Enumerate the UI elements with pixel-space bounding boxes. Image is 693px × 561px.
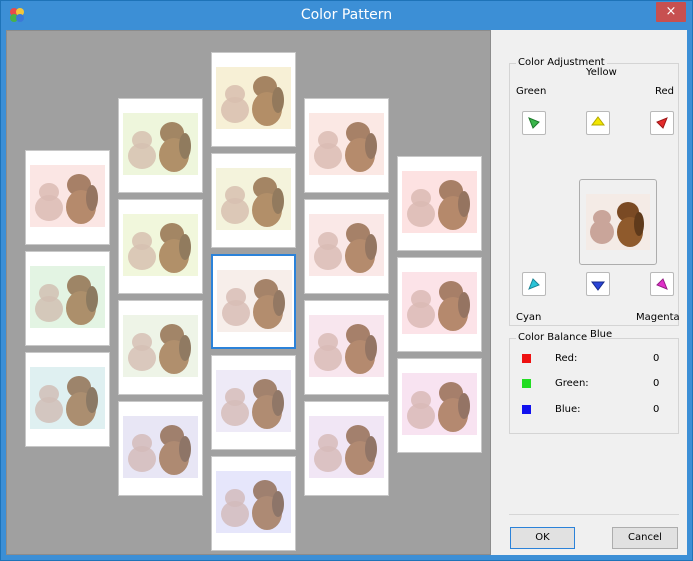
green-arrow-icon [528,117,540,129]
sample-photo-image [216,370,291,432]
color-balance-title: Color Balance [516,332,590,343]
window-title: Color Pattern [300,7,393,23]
sample-photo-image [30,266,105,328]
color-pattern-thumbnail[interactable] [118,199,203,294]
sample-photo-image [309,113,384,175]
green-swatch [522,379,531,388]
color-pattern-thumbnail[interactable] [211,456,296,551]
color-pattern-thumbnail[interactable] [304,199,389,294]
dialog-client: Color Adjustment Yellow Green Red Cyan M… [6,30,687,555]
cyan-adjust-button[interactable] [522,272,546,296]
color-pattern-thumbnail[interactable] [397,358,482,453]
blue-balance-label: Blue: [555,404,581,415]
color-pattern-thumbnail[interactable] [118,401,203,496]
preview-thumbnail [579,179,657,265]
color-pattern-thumbnail[interactable] [304,401,389,496]
yellow-label: Yellow [586,67,617,78]
green-label: Green [516,86,547,97]
sample-photo-image [216,67,291,129]
green-adjust-button[interactable] [522,111,546,135]
cancel-button[interactable]: Cancel [612,527,678,549]
color-pattern-thumbnail[interactable] [211,52,296,147]
sample-photo-image [30,165,105,227]
color-pattern-thumbnail[interactable] [118,300,203,395]
sample-photo-image [309,315,384,377]
sample-photo-image [123,113,198,175]
color-pattern-thumbnail[interactable] [25,352,110,447]
ok-button[interactable]: OK [510,527,575,549]
title-bar: Color Pattern × [1,1,692,30]
red-balance-value: 0 [653,353,660,364]
sample-photo-image [123,214,198,276]
color-pattern-thumbnail[interactable] [25,251,110,346]
color-pattern-thumbnail[interactable] [25,150,110,245]
cyan-label: Cyan [516,312,542,323]
color-balance-group: Color Balance Red: 0 Green: 0 Blue: 0 [509,332,679,434]
red-swatch [522,354,531,363]
sample-photo-image [123,315,198,377]
blue-swatch [522,405,531,414]
sample-photo-image [402,373,477,435]
blue-adjust-button[interactable] [586,272,610,296]
color-pattern-thumbnail[interactable] [397,257,482,352]
sample-photo-image [217,270,292,332]
blue-balance-value: 0 [653,404,660,415]
color-pattern-thumbnail[interactable] [211,153,296,248]
green-balance-label: Green: [555,378,589,389]
blue-arrow-icon [591,281,605,291]
sample-photo-image [216,168,291,230]
color-pattern-thumbnail[interactable] [304,98,389,193]
yellow-arrow-icon [591,116,605,126]
cyan-arrow-icon [528,278,540,290]
right-panel: Color Adjustment Yellow Green Red Cyan M… [491,30,687,555]
green-balance-value: 0 [653,378,660,389]
red-adjust-button[interactable] [650,111,674,135]
sample-photo-image [309,416,384,478]
sample-photo-image [402,171,477,233]
sample-photo-image [123,416,198,478]
color-adjustment-group: Color Adjustment Yellow Green Red Cyan M… [509,57,680,340]
sample-photo-image [309,214,384,276]
color-pattern-dialog: Color Pattern × Color Adjustment Yellow … [0,0,693,561]
close-button[interactable]: × [656,2,686,22]
color-pattern-thumbnail[interactable] [118,98,203,193]
yellow-adjust-button[interactable] [586,111,610,135]
magenta-label: Magenta [636,312,680,323]
magenta-arrow-icon [656,278,668,290]
color-pattern-grid [6,30,491,555]
sample-photo-image [30,367,105,429]
button-separator [509,514,679,515]
preview-photo-image [586,194,650,250]
sample-photo-image [216,471,291,533]
color-pattern-thumbnail[interactable] [304,300,389,395]
red-balance-label: Red: [555,353,578,364]
color-pattern-thumbnail[interactable] [211,355,296,450]
magenta-adjust-button[interactable] [650,272,674,296]
sample-photo-image [402,272,477,334]
color-pattern-thumbnail[interactable] [211,254,296,349]
red-arrow-icon [656,117,668,129]
color-pattern-thumbnail[interactable] [397,156,482,251]
red-label: Red [655,86,674,97]
